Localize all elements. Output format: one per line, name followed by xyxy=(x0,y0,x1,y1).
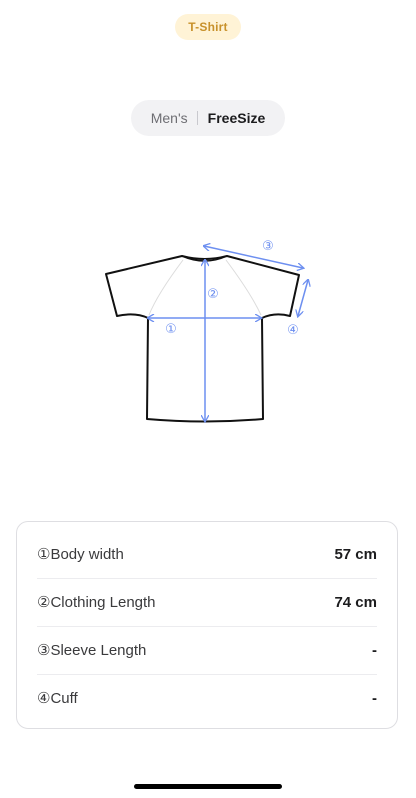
measurement-label: ④Cuff xyxy=(37,690,78,707)
measurement-row-cuff: ④Cuff - xyxy=(37,674,377,722)
measurement-label: ②Clothing Length xyxy=(37,594,156,611)
measurement-label: ③Sleeve Length xyxy=(37,642,147,659)
measurement-row-body-width: ①Body width 57 cm xyxy=(37,530,377,578)
cuff-line xyxy=(298,280,308,316)
measurement-value: - xyxy=(372,641,377,659)
measurement-row-sleeve-length: ③Sleeve Length - xyxy=(37,626,377,674)
home-indicator[interactable] xyxy=(134,784,282,789)
measurement-value: 74 cm xyxy=(334,593,377,611)
size-guide-page: T-Shirt Men's FreeSize ① ② ③ ④ ①Body wid… xyxy=(0,0,416,798)
measurement-table: ①Body width 57 cm ②Clothing Length 74 cm… xyxy=(16,521,398,729)
raglan-seam-right xyxy=(225,259,262,316)
raglan-seam-left xyxy=(148,259,184,316)
measurement-value: - xyxy=(372,689,377,707)
category-badge: T-Shirt xyxy=(175,14,241,40)
tshirt-measurement-diagram: ① ② ③ ④ xyxy=(105,239,416,430)
measurement-label: ①Body width xyxy=(37,546,124,563)
clothing-length-marker: ② xyxy=(207,287,219,302)
tshirt-outline xyxy=(105,255,300,423)
sleeve-length-marker: ③ xyxy=(262,239,274,254)
size-value-label: FreeSize xyxy=(207,110,266,126)
body-width-marker: ① xyxy=(165,322,177,337)
measurement-row-clothing-length: ②Clothing Length 74 cm xyxy=(37,578,377,626)
cuff-marker: ④ xyxy=(287,323,299,338)
measurement-value: 57 cm xyxy=(334,545,377,563)
size-selector[interactable]: Men's FreeSize xyxy=(131,100,285,136)
size-gender-label: Men's xyxy=(150,110,188,126)
